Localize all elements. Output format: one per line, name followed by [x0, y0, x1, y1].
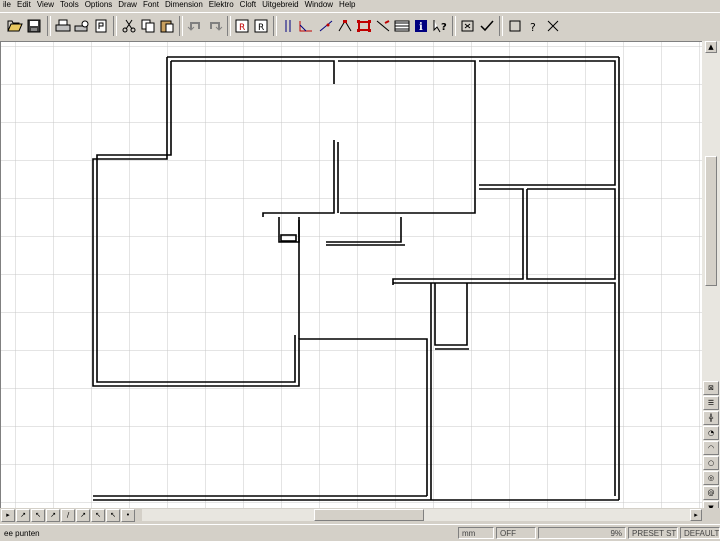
bottom-tool-2[interactable]: ↖ — [31, 509, 45, 522]
paste-icon[interactable] — [158, 17, 176, 35]
menu-item-cloft[interactable]: Cloft — [237, 0, 259, 9]
menu-item-help[interactable]: Help — [336, 0, 358, 9]
bottom-tool-6[interactable]: ↖ — [91, 509, 105, 522]
status-layer: DEFAULT — [680, 527, 720, 539]
print-preview-icon[interactable] — [73, 17, 91, 35]
draw-line-icon[interactable] — [317, 17, 335, 35]
bottom-bar: ▸ ↗ ↖ ↗ / ↗ ↖ ↖ • ▸ — [0, 508, 720, 522]
angle-icon[interactable] — [297, 17, 315, 35]
grid — [1, 42, 703, 509]
bottom-tool-1[interactable]: ↗ — [16, 509, 30, 522]
bottom-tool-5[interactable]: ↗ — [76, 509, 90, 522]
menu-item-view[interactable]: View — [34, 0, 57, 9]
question-icon[interactable]: ? — [525, 17, 543, 35]
zoom-in-icon[interactable]: ⊠ — [703, 381, 719, 395]
scroll-up-icon[interactable]: ▲ — [705, 41, 717, 53]
rectangle-icon[interactable] — [506, 17, 524, 35]
bottom-tool-4[interactable]: / — [61, 509, 75, 522]
menu-item-elektro[interactable]: Elektro — [206, 0, 237, 9]
status-bar: ee punten mm OFF 9% PRESET ST DEFAULT — [0, 524, 720, 541]
undo-icon[interactable] — [186, 17, 204, 35]
print-icon[interactable] — [54, 17, 72, 35]
toolbar: R R i ? ? — [0, 12, 720, 42]
menu-bar: ile Edit View Tools Options Draw Font Dimension… — [0, 0, 720, 10]
circle-icon[interactable]: ○ — [703, 456, 719, 470]
menu-item-options[interactable]: Options — [82, 0, 116, 9]
menu-item-edit[interactable]: Edit — [14, 0, 34, 9]
bottom-tool-8[interactable]: • — [121, 509, 135, 522]
grid-toggle-icon[interactable]: ╬ — [703, 411, 719, 425]
status-zoom: 9% — [538, 527, 626, 539]
menu-item-window[interactable]: Window — [302, 0, 336, 9]
menu-item-draw[interactable]: Draw — [115, 0, 140, 9]
ellipse-icon[interactable]: ◎ — [703, 471, 719, 485]
menu-item-uitgebreid[interactable]: Uitgebreid — [259, 0, 301, 9]
check-icon[interactable] — [478, 17, 496, 35]
menu-item-ile[interactable]: ile — [0, 0, 14, 9]
drawing-canvas[interactable] — [0, 41, 703, 509]
snap-point-icon[interactable]: R — [252, 17, 270, 35]
menu-item-dimension[interactable]: Dimension — [162, 0, 206, 9]
parallel-icon[interactable] — [279, 17, 297, 35]
arc-icon[interactable]: ◠ — [703, 441, 719, 455]
vertical-scroll-thumb[interactable] — [705, 156, 717, 286]
save-icon[interactable] — [25, 17, 43, 35]
status-mode: OFF — [496, 527, 536, 539]
cut-icon[interactable] — [120, 17, 138, 35]
info-icon[interactable]: i — [412, 17, 430, 35]
select-box-icon[interactable] — [355, 17, 373, 35]
properties-icon[interactable]: ☰ — [703, 396, 719, 410]
svg-text:i: i — [419, 22, 423, 33]
bottom-toolbar: ▸ ↗ ↖ ↗ / ↗ ↖ ↖ • — [0, 509, 135, 522]
circle-arc-icon[interactable]: ◔ — [703, 426, 719, 440]
right-toolbar: ⊠☰╬◔◠○◎@▼ — [702, 380, 719, 515]
open-folder-icon[interactable] — [6, 17, 24, 35]
bottom-tool-3[interactable]: ↗ — [46, 509, 60, 522]
bottom-tool-0[interactable]: ▸ — [1, 509, 15, 522]
close-icon[interactable] — [544, 17, 562, 35]
svg-text:?: ? — [530, 21, 536, 33]
copy-icon[interactable] — [139, 17, 157, 35]
bottom-tool-7[interactable]: ↖ — [106, 509, 120, 522]
trim-icon[interactable] — [374, 17, 392, 35]
floor-plan-drawing[interactable] — [1, 42, 703, 509]
scroll-right-icon[interactable]: ▸ — [690, 509, 702, 521]
horizontal-scroll-thumb[interactable] — [314, 509, 424, 521]
horizontal-scrollbar[interactable] — [142, 509, 702, 521]
help-pointer-icon[interactable]: ? — [431, 17, 449, 35]
node-edit-icon[interactable] — [336, 17, 354, 35]
menu-item-font[interactable]: Font — [140, 0, 162, 9]
svg-text:R: R — [258, 23, 264, 33]
page-setup-icon[interactable] — [92, 17, 110, 35]
svg-text:?: ? — [441, 22, 447, 33]
zoom-window-icon[interactable] — [459, 17, 477, 35]
spiral-icon[interactable]: @ — [703, 486, 719, 500]
redo-icon[interactable] — [206, 17, 224, 35]
menu-item-tools[interactable]: Tools — [57, 0, 82, 9]
list-icon[interactable] — [393, 17, 411, 35]
snap-grid-icon[interactable]: R — [233, 17, 251, 35]
status-preset: PRESET ST — [628, 527, 678, 539]
svg-text:R: R — [239, 23, 245, 33]
status-unit: mm — [458, 527, 494, 539]
status-message: ee punten — [4, 529, 40, 538]
